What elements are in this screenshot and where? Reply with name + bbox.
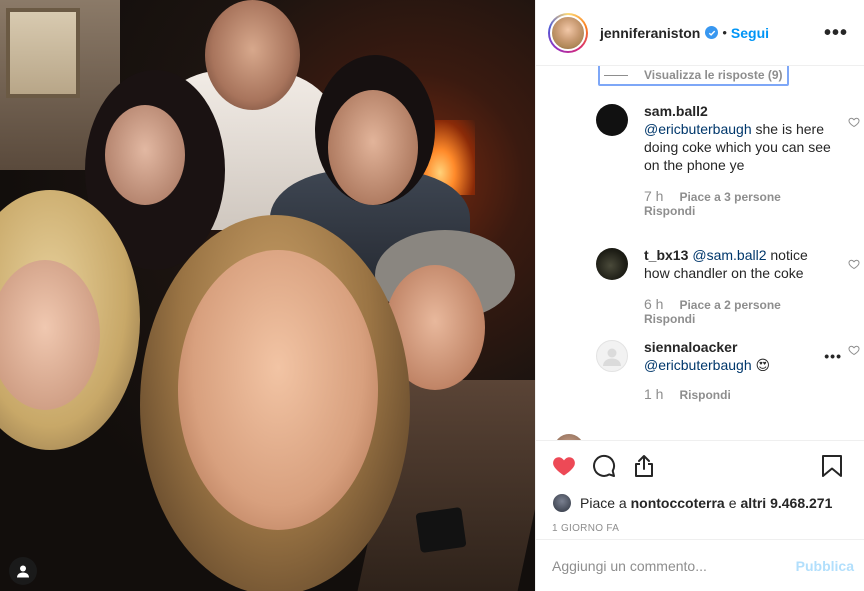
comment-input[interactable] [552,557,796,574]
profile-avatar[interactable] [548,12,588,53]
likes-count[interactable]: altri 9.468.271 [741,495,833,511]
comment-time[interactable]: 7 h [644,188,663,204]
avatar[interactable] [596,248,628,280]
add-comment-bar: Pubblica [536,539,864,591]
comment-likes[interactable]: Piace a 2 persone [679,298,780,312]
wall-picture [6,8,80,98]
share-icon [635,454,653,477]
avatar[interactable] [596,104,628,136]
heart-icon [553,456,575,475]
comment-mention[interactable]: @sam.ball2 [692,247,766,263]
comment-meta: 7 h Piace a 3 persone [644,188,856,204]
person-face [328,90,418,205]
avatar[interactable] [552,493,572,513]
comment-time[interactable]: 6 h [644,296,663,312]
likes-and: e [728,495,737,511]
avatar[interactable] [554,434,584,440]
comment-meta: 6 h Piace a 2 persone [644,296,856,312]
person-face [105,105,185,205]
reply-button[interactable]: Rispondi [679,388,730,402]
user-tag-icon [17,565,29,578]
comments-list[interactable]: Visualizza le risposte (9) sam.ball2 @er… [536,66,864,440]
comment-like-heart-icon[interactable] [848,116,860,128]
comment-time[interactable]: 1 h [644,386,663,402]
verified-icon [705,26,719,39]
comment-like-heart-icon[interactable] [848,344,860,356]
likes-summary: Piace a nontoccoterra e altri 9.468.271 [536,490,864,516]
more-options-button[interactable]: ••• [824,23,848,43]
comment-item: sam.ball2 @ericbuterbaugh she is here do… [596,102,860,218]
post-date[interactable]: 1 GIORNO FA [536,516,864,540]
post-header: jenniferaniston • Segui ••• [536,0,864,66]
comment-text: 😍 [751,357,771,373]
profile-username[interactable]: jenniferaniston [600,25,700,41]
view-replies-button[interactable]: Visualizza le risposte (9) [598,66,789,86]
comment-button[interactable] [592,454,616,478]
like-button[interactable] [552,454,576,478]
avatar[interactable] [596,340,628,372]
instagram-post: jenniferaniston • Segui ••• Visualizza l… [0,0,864,591]
save-button[interactable] [820,454,844,478]
comment-icon [593,454,616,477]
comment-meta: 1 h Rispondi [644,386,856,402]
comment-mention[interactable]: @ericbuterbaugh [644,121,752,137]
follow-button[interactable]: Segui [731,25,769,41]
comment-options-button[interactable]: ••• [824,348,842,364]
post-side-panel: jenniferaniston • Segui ••• Visualizza l… [535,0,864,591]
likes-username[interactable]: nontoccoterra [631,495,725,511]
comment-username[interactable]: sam.ball2 [644,103,708,119]
post-actions [536,440,864,490]
comment-likes[interactable]: Piace a 3 persone [679,190,780,204]
reply-button[interactable]: Rispondi [644,204,695,218]
comment-mention[interactable]: @ericbuterbaugh [644,357,752,373]
person-face [178,250,378,530]
user-tag-button[interactable] [9,557,37,585]
comment-username[interactable]: t_bx13 [644,247,688,263]
comment-like-heart-icon[interactable] [848,258,860,270]
comment-username[interactable]: siennaloacker [644,339,737,355]
reply-button[interactable]: Rispondi [644,312,695,326]
phone [415,506,467,554]
post-photo[interactable] [0,0,535,591]
likes-prefix: Piace a [580,495,627,511]
person-face [205,0,300,110]
default-avatar-icon [603,348,621,366]
bookmark-icon [822,454,842,477]
header-separator: • [722,25,727,40]
publish-button[interactable]: Pubblica [796,558,854,574]
share-button[interactable] [632,454,656,478]
comment-item: t_bx13 @sam.ball2 notice how chandler on … [596,246,860,326]
comment-item: siennaloacker @ericbuterbaugh 😍 1 h Risp… [596,338,860,402]
